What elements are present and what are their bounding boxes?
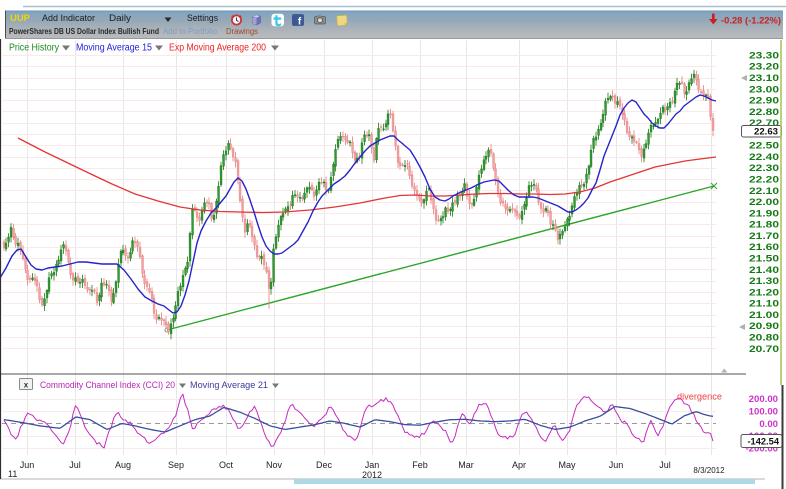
svg-text:21.40: 21.40	[749, 265, 779, 276]
svg-text:Moving Average 15: Moving Average 15	[76, 43, 152, 54]
svg-text:100.00: 100.00	[749, 406, 778, 417]
svg-text:Jan: Jan	[365, 460, 380, 470]
svg-text:Mar: Mar	[458, 460, 474, 470]
svg-text:0.00: 0.00	[759, 419, 778, 430]
svg-text:PowerShares DB US Dollar Index: PowerShares DB US Dollar Index Bullish F…	[9, 27, 159, 36]
svg-text:23.00: 23.00	[749, 84, 779, 95]
svg-text:Add Indicator: Add Indicator	[42, 13, 95, 23]
svg-text:8/3/2012: 8/3/2012	[693, 466, 725, 475]
svg-text:23.20: 23.20	[749, 62, 779, 73]
svg-text:Daily: Daily	[109, 13, 132, 23]
svg-text:Apr: Apr	[512, 460, 526, 470]
svg-text:22.30: 22.30	[749, 163, 779, 174]
svg-text:Feb: Feb	[412, 460, 428, 470]
svg-text:23.10: 23.10	[749, 73, 779, 84]
svg-text:Jun: Jun	[609, 460, 624, 470]
svg-text:22.63: 22.63	[754, 127, 778, 138]
svg-text:21.70: 21.70	[749, 231, 779, 242]
svg-text:-142.54: -142.54	[747, 436, 779, 446]
svg-text:Sep: Sep	[168, 460, 184, 470]
svg-text:23.30: 23.30	[749, 50, 779, 61]
svg-text:Price History: Price History	[9, 43, 59, 54]
svg-text:21.20: 21.20	[749, 287, 779, 298]
svg-text:20.90: 20.90	[749, 321, 779, 332]
svg-text:22.80: 22.80	[749, 107, 779, 118]
svg-text:21.80: 21.80	[749, 220, 779, 231]
svg-text:UUP: UUP	[10, 13, 31, 24]
svg-text:Nov: Nov	[266, 460, 283, 470]
svg-text:21.00: 21.00	[749, 310, 779, 321]
svg-text:20.80: 20.80	[749, 333, 779, 344]
svg-text:20.70: 20.70	[749, 344, 779, 355]
svg-text:Add to Portfolio: Add to Portfolio	[163, 27, 218, 36]
svg-text:Exp Moving Average 200: Exp Moving Average 200	[169, 43, 266, 54]
svg-text:-0.28 (-1.22%): -0.28 (-1.22%)	[721, 16, 781, 27]
svg-text:Moving Average 21: Moving Average 21	[190, 380, 268, 390]
svg-text:200.00: 200.00	[749, 394, 778, 405]
svg-text:May: May	[558, 460, 576, 470]
svg-text:22.00: 22.00	[749, 197, 779, 208]
svg-text:21.30: 21.30	[749, 276, 779, 287]
svg-text:Drawings: Drawings	[226, 27, 258, 36]
svg-text:Jul: Jul	[659, 460, 671, 470]
svg-text:21.60: 21.60	[749, 242, 779, 253]
svg-text:Commodity Channel Index (CCI): Commodity Channel Index (CCI) 20	[40, 380, 175, 390]
svg-text:22.50: 22.50	[749, 141, 779, 152]
svg-text:21.10: 21.10	[749, 299, 779, 310]
svg-text:22.10: 22.10	[749, 186, 779, 197]
svg-text:22.90: 22.90	[749, 96, 779, 107]
svg-text:22.20: 22.20	[749, 175, 779, 186]
svg-text:Settings: Settings	[187, 13, 218, 23]
svg-text:Jun: Jun	[20, 460, 35, 470]
svg-text:11: 11	[8, 469, 17, 479]
svg-text:Jul: Jul	[69, 460, 81, 470]
svg-text:x: x	[24, 381, 29, 390]
svg-text:Dec: Dec	[316, 460, 333, 470]
svg-text:22.40: 22.40	[749, 152, 779, 163]
svg-text:21.50: 21.50	[749, 254, 779, 265]
svg-text:divergence: divergence	[677, 392, 722, 403]
svg-text:21.90: 21.90	[749, 208, 779, 219]
svg-text:Aug: Aug	[115, 460, 131, 470]
svg-text:Oct: Oct	[219, 460, 234, 470]
